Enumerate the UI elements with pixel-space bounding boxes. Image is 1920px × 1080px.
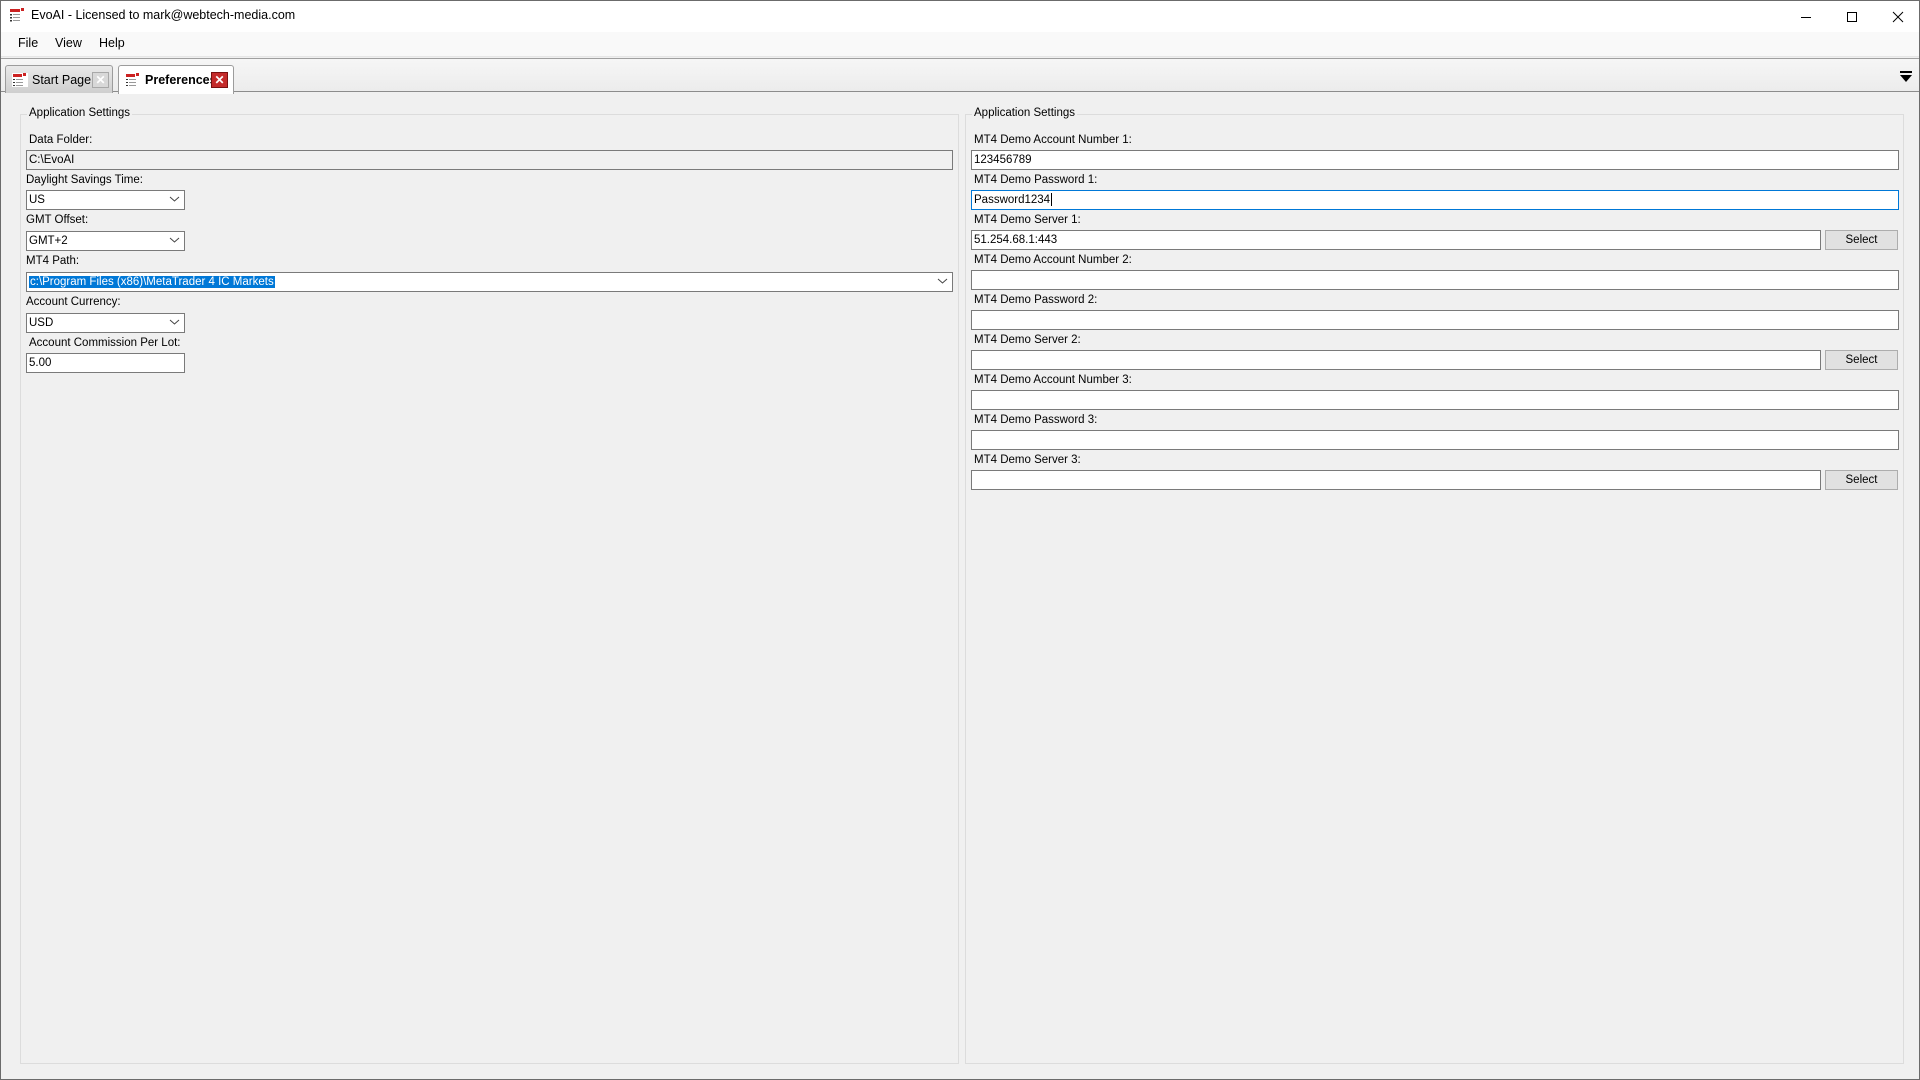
- app-window: EvoAI - Licensed to mark@webtech-media.c…: [0, 0, 1920, 1080]
- close-tab-preferences-button[interactable]: ✕: [211, 72, 228, 88]
- demo-password-2-input[interactable]: [971, 310, 1899, 330]
- demo-server-2-label: MT4 Demo Server 2:: [974, 334, 1081, 346]
- account-currency-label: Account Currency:: [26, 296, 121, 308]
- demo-password-3-input[interactable]: [971, 430, 1899, 450]
- app-logo-icon: [12, 72, 28, 87]
- chevron-down-icon: [169, 237, 180, 243]
- demo-password-1-value: Password1234: [974, 194, 1051, 206]
- gmt-offset-value: GMT+2: [29, 235, 68, 247]
- demo-server-1-label: MT4 Demo Server 1:: [974, 214, 1081, 226]
- account-currency-value: USD: [29, 317, 54, 329]
- demo-password-1-label: MT4 Demo Password 1:: [974, 174, 1098, 186]
- demo-password-2-label: MT4 Demo Password 2:: [974, 294, 1098, 306]
- select-server-3-button[interactable]: Select: [1825, 470, 1898, 490]
- tab-overflow-dropdown-icon[interactable]: [1899, 71, 1913, 83]
- demo-account-2-label: MT4 Demo Account Number 2:: [974, 254, 1132, 266]
- mt4-path-label: MT4 Path:: [26, 255, 80, 267]
- app-logo-icon: [125, 73, 141, 87]
- close-icon: ✕: [214, 73, 225, 87]
- group-title: Application Settings: [27, 107, 133, 119]
- commission-input[interactable]: 5.00: [26, 353, 185, 373]
- gmt-offset-select[interactable]: GMT+2: [26, 231, 185, 251]
- commission-label: Account Commission Per Lot:: [29, 337, 181, 349]
- menu-bar: File View Help: [1, 32, 1919, 57]
- window-title: EvoAI - Licensed to mark@webtech-media.c…: [31, 8, 296, 22]
- menu-help[interactable]: Help: [98, 36, 126, 50]
- chevron-down-icon: [169, 196, 180, 202]
- tab-label: Start Page: [32, 72, 92, 87]
- tab-preferences[interactable]: Preferences ✕: [118, 65, 234, 94]
- mt4-path-select[interactable]: c:\Program Files (x86)\MetaTrader 4 IC M…: [26, 272, 953, 292]
- maximize-button[interactable]: [1829, 1, 1875, 32]
- demo-account-3-label: MT4 Demo Account Number 3:: [974, 374, 1132, 386]
- data-folder-input[interactable]: C:\EvoAI: [26, 150, 953, 170]
- demo-password-3-label: MT4 Demo Password 3:: [974, 414, 1098, 426]
- application-settings-group-left: Application Settings: [20, 107, 959, 1064]
- close-icon: ✕: [95, 73, 106, 87]
- app-logo-icon: [9, 8, 25, 24]
- maximize-icon: [1847, 11, 1857, 22]
- chevron-down-icon: [169, 319, 180, 325]
- demo-account-1-label: MT4 Demo Account Number 1:: [974, 134, 1132, 146]
- minimize-button[interactable]: [1783, 1, 1829, 32]
- demo-server-3-label: MT4 Demo Server 3:: [974, 454, 1081, 466]
- mt4-path-value: c:\Program Files (x86)\MetaTrader 4 IC M…: [29, 276, 275, 288]
- minimize-icon: [1801, 16, 1811, 18]
- demo-password-1-input[interactable]: Password1234: [971, 190, 1899, 210]
- demo-account-2-input[interactable]: [971, 270, 1899, 290]
- demo-account-3-input[interactable]: [971, 390, 1899, 410]
- data-folder-label: Data Folder:: [29, 134, 93, 146]
- gmt-offset-label: GMT Offset:: [26, 214, 89, 226]
- daylight-savings-label: Daylight Savings Time:: [26, 174, 143, 186]
- demo-account-1-input[interactable]: 123456789: [971, 150, 1899, 170]
- select-server-2-button[interactable]: Select: [1825, 350, 1898, 370]
- text-cursor: [1051, 193, 1053, 207]
- demo-server-3-input[interactable]: [971, 470, 1821, 490]
- title-bar: EvoAI - Licensed to mark@webtech-media.c…: [1, 1, 1919, 32]
- group-title: Application Settings: [972, 107, 1078, 119]
- tab-label: Preferences: [145, 73, 217, 87]
- demo-server-1-input[interactable]: 51.254.68.1:443: [971, 230, 1821, 250]
- tab-start-page[interactable]: Start Page ✕: [5, 65, 113, 93]
- preferences-page: Application Settings Data Folder: C:\Evo…: [1, 92, 1919, 1080]
- daylight-savings-select[interactable]: US: [26, 190, 185, 210]
- close-icon: [1892, 11, 1904, 22]
- document-tab-strip: Start Page ✕ Preferences ✕: [1, 58, 1919, 94]
- chevron-down-icon: [937, 278, 948, 284]
- close-window-button[interactable]: [1875, 1, 1920, 32]
- menu-file[interactable]: File: [17, 36, 39, 50]
- select-server-1-button[interactable]: Select: [1825, 230, 1898, 250]
- account-currency-select[interactable]: USD: [26, 313, 185, 333]
- menu-view[interactable]: View: [54, 36, 83, 50]
- demo-server-2-input[interactable]: [971, 350, 1821, 370]
- close-tab-start-page-button[interactable]: ✕: [92, 72, 109, 88]
- daylight-savings-value: US: [29, 194, 45, 206]
